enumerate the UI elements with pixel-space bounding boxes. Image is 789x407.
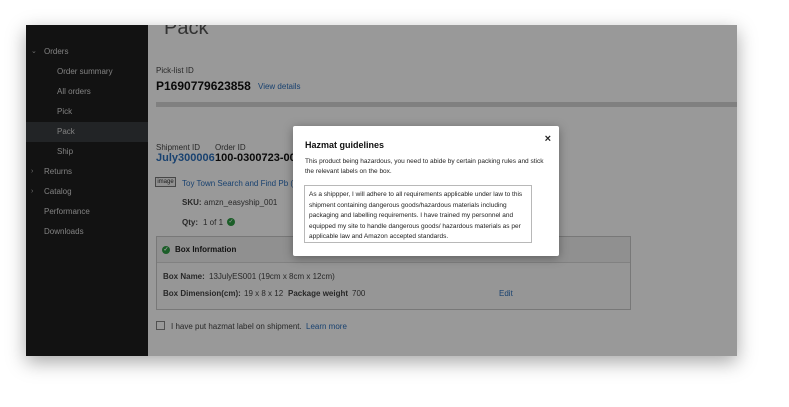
- app-window: ⌄ Orders Order summary All orders Pick P…: [26, 25, 737, 356]
- hazmat-guidelines-dialog: Hazmat guidelines × This product being h…: [293, 126, 559, 256]
- close-icon[interactable]: ×: [545, 133, 551, 145]
- hazmat-declaration-textarea[interactable]: As a shippper, I will adhere to all requ…: [304, 185, 532, 243]
- dialog-title: Hazmat guidelines: [305, 140, 385, 150]
- dialog-description: This product being hazardous, you need t…: [305, 158, 544, 175]
